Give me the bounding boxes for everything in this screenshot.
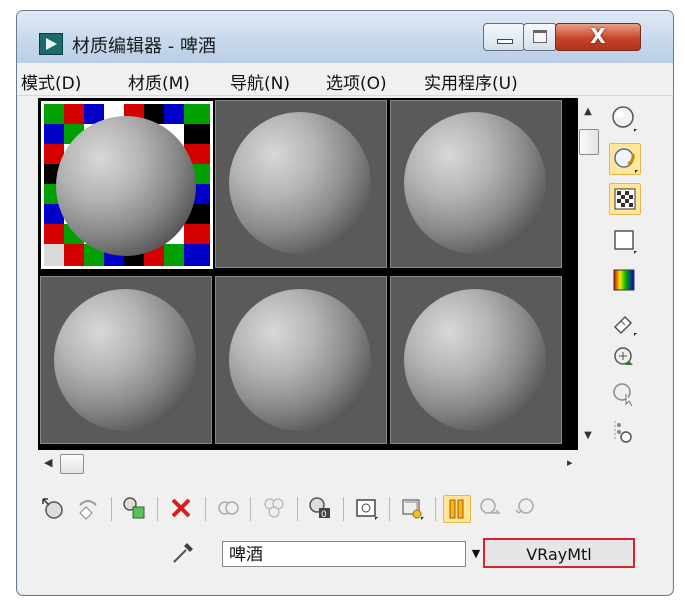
horizontal-scrollbar[interactable]: ◀ ▸ <box>38 453 578 475</box>
material-sphere-preview <box>54 289 196 431</box>
maximize-button[interactable] <box>523 23 557 51</box>
background-checker-icon[interactable] <box>609 183 641 215</box>
put-to-scene-icon[interactable] <box>75 495 101 521</box>
scroll-up-arrow-icon[interactable]: ▲ <box>580 105 596 119</box>
app-logo-icon <box>39 33 63 55</box>
sample-slot-3[interactable] <box>390 100 562 268</box>
sample-slot-1[interactable] <box>41 101 213 269</box>
material-sphere-preview <box>56 116 196 256</box>
show-map-in-viewport-icon[interactable] <box>353 495 379 521</box>
assign-to-selection-icon[interactable] <box>121 495 147 521</box>
menu-material[interactable]: 材质(M) <box>128 69 190 94</box>
toolbar-separator <box>250 497 251 521</box>
eyedropper-icon[interactable] <box>170 540 196 566</box>
go-to-parent-icon[interactable] <box>443 495 471 523</box>
navigate-sibling-icon[interactable] <box>513 495 539 521</box>
scroll-down-arrow-icon[interactable]: ▼ <box>580 429 596 443</box>
material-name-field[interactable]: 啤酒 <box>222 541 466 567</box>
sample-slot-6[interactable] <box>390 276 562 444</box>
scroll-thumb[interactable] <box>579 129 599 155</box>
toolbar-separator <box>435 497 436 521</box>
material-sphere-preview <box>404 112 546 254</box>
toolbar-separator <box>389 497 390 521</box>
material-type-button[interactable]: VRayMtl <box>483 538 635 568</box>
options-icon[interactable] <box>609 343 639 373</box>
sample-slot-2[interactable] <box>215 100 387 268</box>
put-to-library-icon[interactable] <box>261 495 287 521</box>
get-material-icon[interactable] <box>39 495 65 521</box>
reset-map-icon[interactable] <box>168 495 194 521</box>
toolbar-separator <box>205 497 206 521</box>
toolbar-separator <box>157 497 158 521</box>
menu-utilities[interactable]: 实用程序(U) <box>424 69 518 94</box>
sample-slot-4[interactable] <box>40 276 212 444</box>
minimize-icon <box>497 39 513 44</box>
menu-bar: 模式(D) 材质(M) 导航(N) 选项(O) 实用程序(U) <box>17 63 673 96</box>
make-preview-icon[interactable] <box>609 307 639 337</box>
menu-mode[interactable]: 模式(D) <box>21 69 81 94</box>
select-by-material-icon[interactable] <box>609 379 639 409</box>
material-sphere-preview <box>229 289 371 431</box>
window-title: 材质编辑器 - 啤酒 <box>72 36 216 57</box>
title-bar[interactable]: 材质编辑器 - 啤酒 X <box>17 11 673 63</box>
scroll-left-arrow-icon[interactable]: ◀ <box>44 456 52 469</box>
sample-type-sphere-icon[interactable] <box>609 103 639 133</box>
make-unique-icon[interactable] <box>215 495 241 521</box>
material-editor-window: 材质编辑器 - 啤酒 X 模式(D) 材质(M) 导航(N) 选项(O) 实用程… <box>16 10 674 596</box>
scroll-thumb[interactable] <box>60 454 84 474</box>
sample-uv-tiling-icon[interactable] <box>609 225 639 255</box>
material-map-navigator-icon[interactable] <box>609 417 639 447</box>
show-end-result-icon[interactable] <box>399 495 425 521</box>
close-button[interactable]: X <box>555 23 641 51</box>
menu-options[interactable]: 选项(O) <box>326 69 387 94</box>
vertical-scrollbar[interactable]: ▲ ▼ <box>578 103 599 451</box>
toolbar-separator <box>297 497 298 521</box>
go-forward-sibling-icon[interactable] <box>477 495 503 521</box>
material-name-row: 啤酒 ▼ VRayMtl <box>17 534 673 574</box>
scroll-right-arrow-icon[interactable]: ▸ <box>567 456 573 469</box>
sample-slots-grid <box>38 98 578 450</box>
menu-navigation[interactable]: 导航(N) <box>230 69 290 94</box>
material-sphere-preview <box>404 289 546 431</box>
material-id-channel-icon[interactable]: 0 <box>307 495 333 521</box>
video-color-check-icon[interactable] <box>609 265 639 295</box>
svg-text:0: 0 <box>321 510 327 520</box>
sample-slot-5[interactable] <box>215 276 387 444</box>
bottom-toolbar: 0 <box>25 489 665 529</box>
toolbar-separator <box>343 497 344 521</box>
backlight-icon[interactable] <box>609 143 641 175</box>
toolbar-separator <box>111 497 112 521</box>
maximize-icon <box>533 30 547 43</box>
material-sphere-preview <box>229 112 371 254</box>
minimize-button[interactable] <box>483 23 525 51</box>
close-icon: X <box>590 24 606 48</box>
